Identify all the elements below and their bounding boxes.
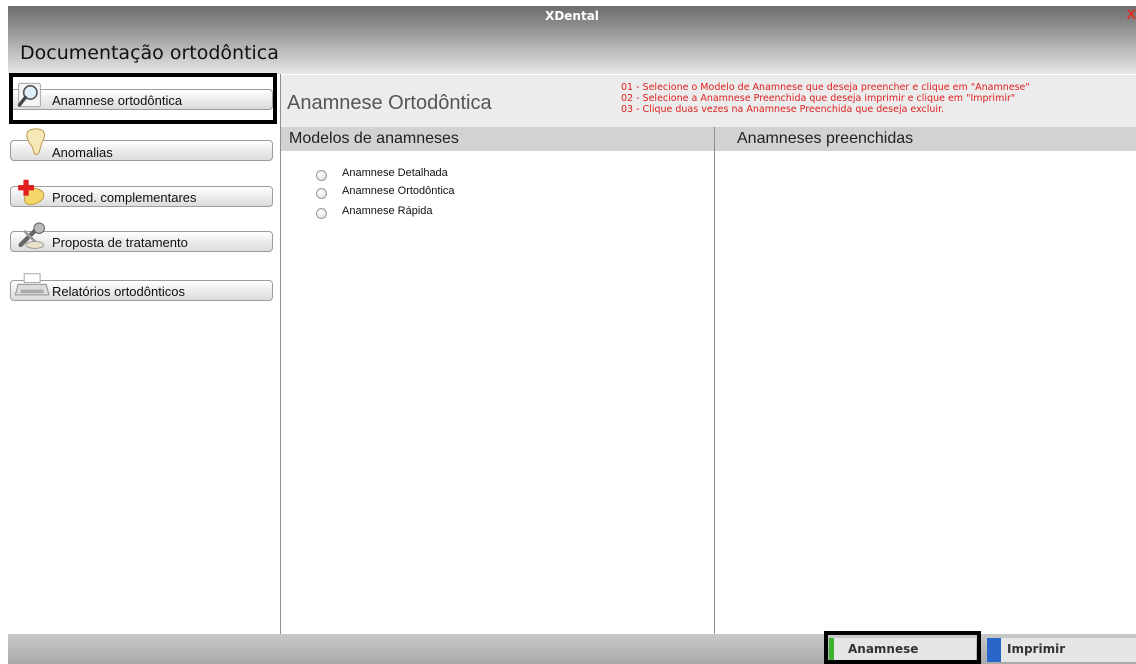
panel-divider — [714, 127, 715, 635]
filled-panel-header: Anamneses preenchidas — [715, 127, 1136, 151]
sidebar-item-label: Anamnese ortodôntica — [52, 93, 183, 108]
radio-button[interactable] — [316, 188, 327, 199]
anamnese-button-label: Anamnese — [848, 642, 919, 656]
sidebar-item-label: Relatórios ortodônticos — [52, 284, 185, 299]
app-title: XDental — [545, 9, 599, 23]
magnifier-icon — [17, 82, 41, 108]
plus-tooth-icon — [18, 179, 45, 205]
instructions: 01 - Selecione o Modelo de Anamnese que … — [621, 82, 1030, 115]
radio-button[interactable] — [316, 170, 327, 181]
filled-panel-title: Anamneses preenchidas — [737, 130, 914, 147]
radio-button[interactable] — [316, 208, 327, 219]
tooth-icon — [26, 128, 46, 156]
radio-label: Anamnese Rápida — [342, 205, 433, 217]
close-icon[interactable]: X — [1127, 6, 1136, 22]
sidebar-item-label: Proced. complementares — [52, 190, 197, 205]
title-bar: XDental X Documentação ortodôntica — [8, 6, 1136, 74]
imprimir-button-label: Imprimir — [1007, 642, 1066, 656]
printer-icon — [15, 273, 50, 296]
radio-label: Anamnese Ortodôntica — [342, 185, 455, 197]
instruction-line: 01 - Selecione o Modelo de Anamnese que … — [621, 82, 1030, 93]
instruction-line: 03 - Clique duas vezes na Anamnese Preen… — [621, 104, 945, 115]
anamnese-button[interactable]: Anamnese — [829, 638, 976, 662]
radio-label: Anamnese Detalhada — [342, 167, 448, 179]
tools-icon — [18, 222, 45, 249]
sidebar-item-label: Proposta de tratamento — [52, 235, 188, 250]
sidebar-item-label: Anomalias — [52, 145, 113, 160]
models-panel-title: Modelos de anamneses — [289, 130, 459, 147]
instruction-line: 02 - Selecione a Anamnese Preenchida que… — [621, 93, 1016, 104]
imprimir-button[interactable]: Imprimir — [987, 638, 1136, 662]
section-header: Anamnese Ortodôntica 01 - Selecione o Mo… — [281, 75, 1136, 127]
section-title: Anamnese Ortodôntica — [287, 92, 492, 114]
page-title: Documentação ortodôntica — [20, 42, 279, 64]
models-panel-header: Modelos de anamneses — [281, 127, 714, 151]
